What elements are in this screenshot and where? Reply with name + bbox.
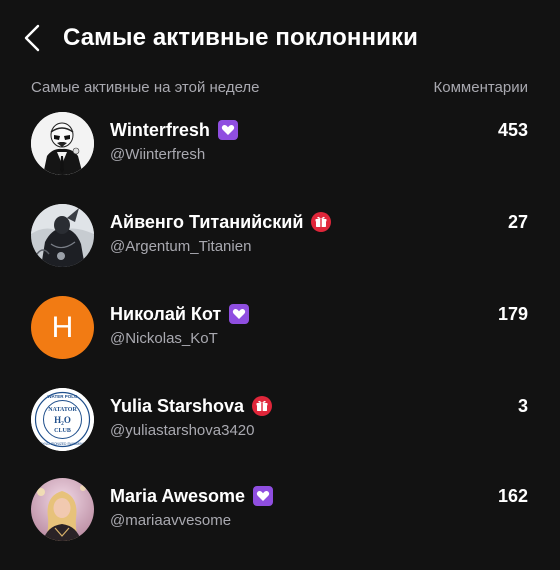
subscriber-heart-icon: [217, 120, 238, 140]
stormtrooper-avatar[interactable]: [31, 112, 94, 175]
fan-row[interactable]: H Николай Кот @Nickolas_KoT 179: [0, 296, 560, 388]
subscriber-heart-icon: [229, 304, 250, 324]
fan-row[interactable]: WATER POLO NATATOR H₂O CLUB SYNCHRONIZED…: [0, 388, 560, 480]
letter-avatar[interactable]: H: [31, 296, 94, 359]
avatar-letter: H: [51, 310, 74, 344]
club-logo-formula-text: H₂O: [54, 415, 71, 425]
club-logo-sub-text: CLUB: [54, 428, 71, 434]
fan-row[interactable]: Maria Awesome @mariaavvesome 162: [0, 478, 560, 570]
fan-name[interactable]: Николай Кот: [110, 304, 221, 325]
comment-count: 162: [497, 486, 528, 506]
comment-count: 179: [497, 304, 528, 324]
fan-name[interactable]: Maria Awesome: [110, 486, 245, 507]
comment-count: 27: [507, 212, 528, 232]
back-button[interactable]: [16, 22, 48, 54]
fan-name[interactable]: Айвенго Титанийский: [110, 212, 303, 233]
gift-icon: [252, 396, 273, 416]
fan-handle: @mariaavvesome: [110, 512, 232, 529]
top-bar: Самые активные поклонники: [0, 0, 560, 76]
comment-count: 453: [497, 120, 528, 140]
fan-handle: @Wiinterfresh: [110, 146, 206, 163]
fan-row[interactable]: Айвенго Титанийский @Argentum_Titanien 2…: [0, 204, 560, 296]
club-logo-avatar[interactable]: WATER POLO NATATOR H₂O CLUB SYNCHRONIZED…: [31, 388, 94, 451]
page-title: Самые активные поклонники: [63, 24, 418, 51]
comments-column-label: Комментарии: [433, 79, 528, 96]
fan-handle: @yuliastarshova3420: [110, 422, 255, 439]
fan-row[interactable]: Winterfresh @Wiinterfresh 453: [0, 112, 560, 204]
fan-name[interactable]: Winterfresh: [110, 120, 210, 141]
fan-handle: @Argentum_Titanien: [110, 238, 252, 255]
fan-name[interactable]: Yulia Starshova: [110, 396, 244, 417]
subscriber-heart-icon: [253, 486, 274, 506]
period-label: Самые активные на этой неделе: [31, 79, 260, 96]
dark-figure-avatar[interactable]: [31, 204, 94, 267]
comment-count: 3: [517, 396, 528, 416]
club-logo-bottom-text: SYNCHRONIZED SWIMMING: [40, 442, 85, 446]
gift-icon: [311, 212, 332, 232]
photo-avatar[interactable]: [31, 478, 94, 541]
club-logo-top-text: WATER POLO: [48, 394, 78, 399]
chevron-left-icon: [24, 24, 40, 52]
club-logo-main-text: NATATOR: [48, 407, 77, 413]
fan-handle: @Nickolas_KoT: [110, 330, 218, 347]
